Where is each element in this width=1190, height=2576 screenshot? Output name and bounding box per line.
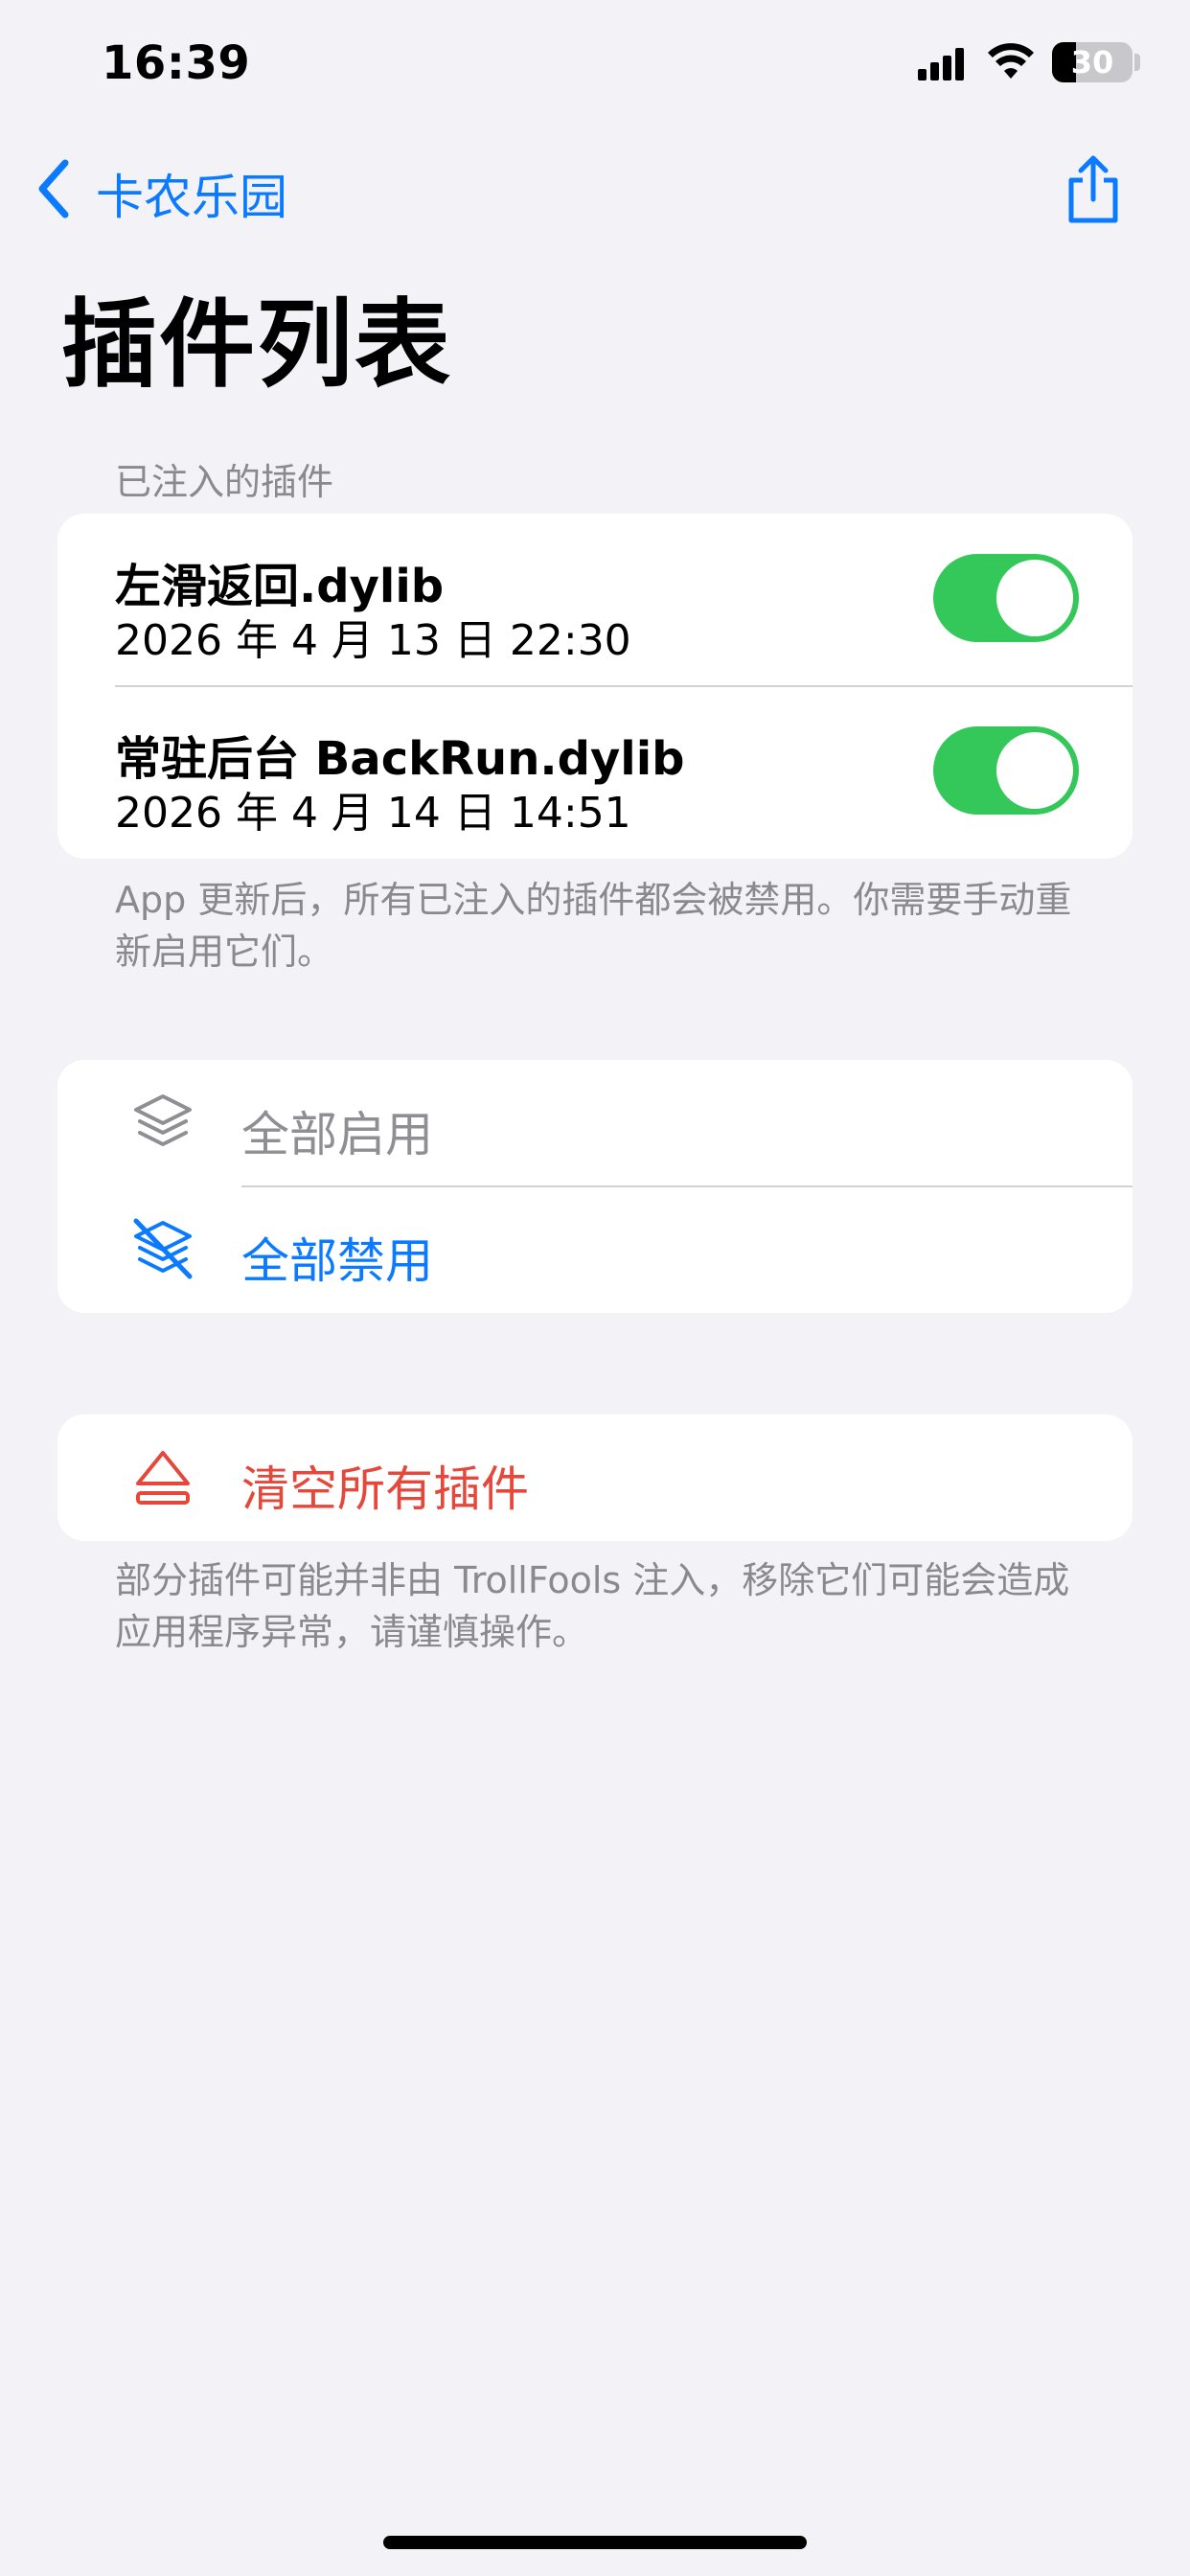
injected-plugins-card: 左滑返回.dylib 2026 年 4 月 13 日 22:30 常驻后台 Ba… bbox=[57, 514, 1133, 859]
wifi-icon bbox=[988, 43, 1034, 79]
eject-icon bbox=[136, 1451, 190, 1505]
clear-all-card: 清空所有插件 bbox=[57, 1414, 1133, 1541]
enable-all-label: 全部启用 bbox=[241, 1107, 433, 1162]
disable-all-button[interactable]: 全部禁用 bbox=[57, 1186, 1133, 1313]
home-indicator[interactable] bbox=[383, 2536, 807, 2549]
plugin-toggle[interactable] bbox=[933, 726, 1079, 815]
battery-level: 30 bbox=[1070, 44, 1114, 80]
layers-slash-icon bbox=[133, 1218, 193, 1279]
battery-nub bbox=[1134, 54, 1140, 71]
clear-all-label: 清空所有插件 bbox=[241, 1461, 529, 1517]
injected-footer-note: App 更新后，所有已注入的插件都会被禁用。你需要手动重新启用它们。 bbox=[115, 879, 1072, 973]
plugin-row: 左滑返回.dylib 2026 年 4 月 13 日 22:30 bbox=[57, 514, 1133, 686]
bulk-actions-card: 全部启用 全部禁用 bbox=[57, 1060, 1133, 1313]
toggle-knob bbox=[996, 560, 1073, 636]
plugin-toggle[interactable] bbox=[933, 554, 1079, 642]
page-title: 插件列表 bbox=[61, 288, 452, 401]
share-icon[interactable] bbox=[1064, 155, 1123, 224]
disable-all-label: 全部禁用 bbox=[241, 1233, 433, 1289]
status-time: 16:39 bbox=[102, 36, 251, 90]
enable-all-button[interactable]: 全部启用 bbox=[57, 1060, 1133, 1186]
battery-icon: 30 bbox=[1052, 42, 1133, 82]
cellular-signal-icon bbox=[918, 48, 964, 80]
clear-all-button[interactable]: 清空所有插件 bbox=[57, 1414, 1133, 1541]
chevron-left-icon[interactable] bbox=[34, 159, 73, 218]
plugin-row: 常驻后台 BackRun.dylib 2026 年 4 月 14 日 14:51 bbox=[57, 686, 1133, 859]
plugin-date: 2026 年 4 月 14 日 14:51 bbox=[115, 789, 631, 838]
layers-icon bbox=[134, 1094, 192, 1146]
back-button[interactable]: 卡农乐园 bbox=[96, 159, 287, 228]
danger-footer-note: 部分插件可能并非由 TrollFools 注入，移除它们可能会造成应用程序异常，… bbox=[115, 1559, 1070, 1653]
section-header-injected: 已注入的插件 bbox=[115, 461, 334, 503]
toggle-knob bbox=[996, 732, 1073, 809]
plugin-date: 2026 年 4 月 13 日 22:30 bbox=[115, 616, 631, 665]
